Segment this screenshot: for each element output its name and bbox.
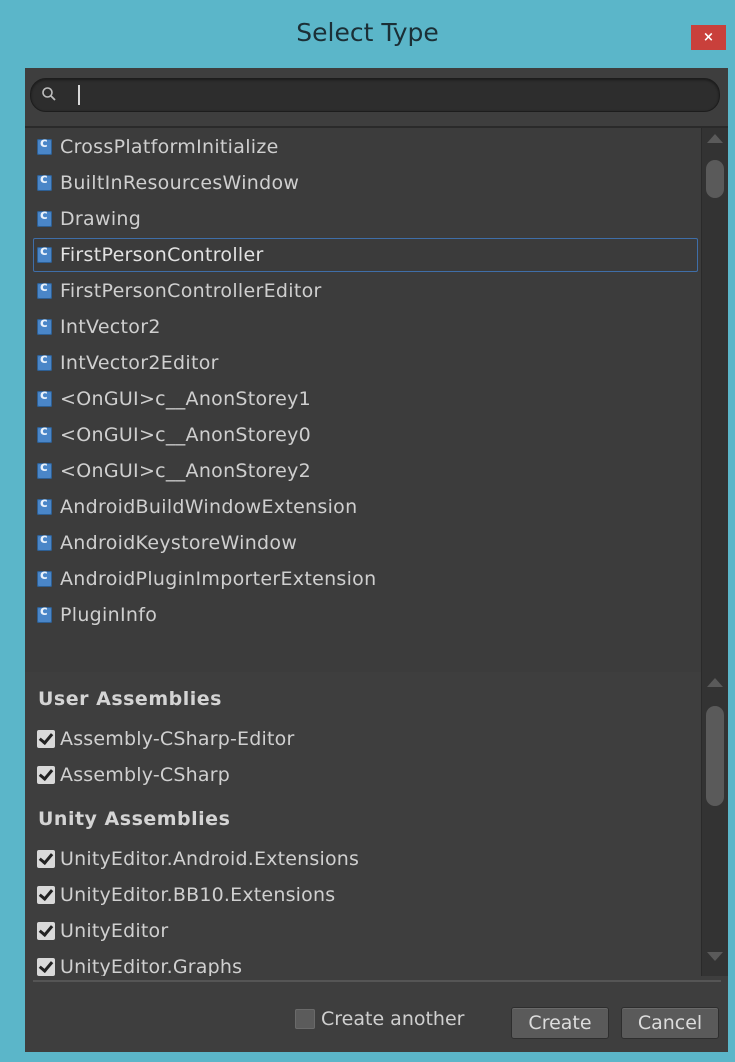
- type-list-item-selected[interactable]: FirstPersonController: [33, 238, 698, 272]
- csharp-script-icon: [37, 208, 52, 227]
- type-label: IntVector2: [60, 316, 161, 338]
- csharp-script-icon: [37, 460, 52, 479]
- checkbox-unchecked-icon[interactable]: [295, 1009, 315, 1029]
- cancel-button[interactable]: Cancel: [621, 1007, 719, 1039]
- type-list-item[interactable]: PluginInfo: [37, 598, 697, 632]
- csharp-script-icon: [37, 352, 52, 371]
- checkbox-checked-icon[interactable]: [37, 922, 55, 940]
- scroll-down-arrow-icon[interactable]: [707, 952, 723, 961]
- checkbox-checked-icon[interactable]: [37, 958, 55, 976]
- user-assemblies-header: User Assemblies: [38, 688, 222, 710]
- close-button[interactable]: ×: [691, 25, 726, 50]
- vertical-scroll-thumb[interactable]: [706, 706, 724, 806]
- type-list: CrossPlatformInitialize BuiltInResourcesW…: [25, 126, 728, 706]
- type-list-item[interactable]: AndroidKeystoreWindow: [37, 526, 697, 560]
- csharp-script-icon: [37, 136, 52, 155]
- dialog-body: CrossPlatformInitialize BuiltInResourcesW…: [25, 68, 728, 1052]
- create-button[interactable]: Create: [511, 1007, 609, 1039]
- assembly-label: UnityEditor.Graphs: [60, 956, 243, 976]
- search-input[interactable]: [67, 83, 711, 109]
- assembly-label: UnityEditor.Android.Extensions: [60, 848, 360, 870]
- csharp-script-icon: [37, 388, 52, 407]
- csharp-script-icon: [37, 604, 52, 623]
- type-list-item[interactable]: <OnGUI>c__AnonStorey2: [37, 454, 697, 488]
- assembly-label: Assembly-CSharp-Editor: [60, 728, 295, 750]
- type-label: IntVector2Editor: [60, 352, 219, 374]
- type-label: <OnGUI>c__AnonStorey0: [60, 424, 312, 446]
- type-list-vertical-scrollbar[interactable]: [701, 128, 728, 704]
- assemblies-panel: User Assemblies Assembly-CSharp-Editor A…: [25, 672, 728, 976]
- assembly-label: UnityEditor.BB10.Extensions: [60, 884, 336, 906]
- vertical-scroll-thumb[interactable]: [706, 160, 724, 198]
- type-list-item[interactable]: <OnGUI>c__AnonStorey1: [37, 382, 697, 416]
- type-list-item[interactable]: FirstPersonControllerEditor: [37, 274, 697, 308]
- csharp-script-icon: [37, 316, 52, 335]
- create-another-toggle[interactable]: Create another: [295, 1008, 464, 1030]
- type-label: Drawing: [60, 208, 142, 230]
- checkbox-checked-icon[interactable]: [37, 766, 55, 784]
- type-list-item[interactable]: IntVector2: [37, 310, 697, 344]
- assembly-toggle[interactable]: UnityEditor.Graphs: [37, 956, 242, 976]
- type-label: AndroidBuildWindowExtension: [60, 496, 358, 518]
- footer-divider: [33, 980, 721, 982]
- assembly-toggle[interactable]: Assembly-CSharp: [37, 764, 230, 786]
- csharp-script-icon: [37, 172, 52, 191]
- type-label: BuiltInResourcesWindow: [60, 172, 300, 194]
- csharp-script-icon: [37, 496, 52, 515]
- checkbox-checked-icon[interactable]: [37, 850, 55, 868]
- type-label: PluginInfo: [60, 604, 158, 626]
- assemblies-vertical-scrollbar[interactable]: [701, 672, 728, 976]
- window-title: Select Type: [296, 18, 439, 47]
- search-bar[interactable]: [30, 78, 720, 112]
- checkbox-checked-icon[interactable]: [37, 730, 55, 748]
- csharp-script-icon: [37, 532, 52, 551]
- type-label: AndroidKeystoreWindow: [60, 532, 298, 554]
- assembly-toggle[interactable]: UnityEditor: [37, 920, 168, 942]
- type-list-item[interactable]: CrossPlatformInitialize: [37, 130, 697, 164]
- type-list-item[interactable]: AndroidBuildWindowExtension: [37, 490, 697, 524]
- type-label: <OnGUI>c__AnonStorey1: [60, 388, 312, 410]
- csharp-script-icon: [37, 568, 52, 587]
- assembly-toggle[interactable]: UnityEditor.Android.Extensions: [37, 848, 359, 870]
- checkbox-checked-icon[interactable]: [37, 886, 55, 904]
- dialog-footer: Create another Create Cancel: [25, 996, 728, 1039]
- type-label: <OnGUI>c__AnonStorey2: [60, 460, 312, 482]
- assembly-toggle[interactable]: Assembly-CSharp-Editor: [37, 728, 294, 750]
- search-icon: [42, 87, 56, 101]
- type-list-item[interactable]: <OnGUI>c__AnonStorey0: [37, 418, 697, 452]
- create-another-label: Create another: [321, 1008, 465, 1030]
- type-label: AndroidPluginImporterExtension: [60, 568, 377, 590]
- type-label: FirstPersonController: [60, 244, 264, 266]
- title-bar[interactable]: Select Type ×: [0, 0, 735, 68]
- assembly-toggle[interactable]: UnityEditor.BB10.Extensions: [37, 884, 335, 906]
- csharp-script-icon: [37, 280, 52, 299]
- type-list-item[interactable]: AndroidPluginImporterExtension: [37, 562, 697, 596]
- select-type-window: Select Type × CrossPlatformInitialize Bui…: [0, 0, 735, 1062]
- type-list-item[interactable]: IntVector2Editor: [37, 346, 697, 380]
- type-list-item[interactable]: Drawing: [37, 202, 697, 236]
- type-label: CrossPlatformInitialize: [60, 136, 279, 158]
- csharp-script-icon: [37, 424, 52, 443]
- assembly-label: UnityEditor: [60, 920, 169, 942]
- unity-assemblies-header: Unity Assemblies: [38, 808, 231, 830]
- scroll-up-arrow-icon[interactable]: [707, 678, 723, 687]
- type-label: FirstPersonControllerEditor: [60, 280, 322, 302]
- scroll-up-arrow-icon[interactable]: [707, 134, 723, 143]
- csharp-script-icon: [37, 244, 52, 263]
- type-list-item[interactable]: BuiltInResourcesWindow: [37, 166, 697, 200]
- assembly-label: Assembly-CSharp: [60, 764, 230, 786]
